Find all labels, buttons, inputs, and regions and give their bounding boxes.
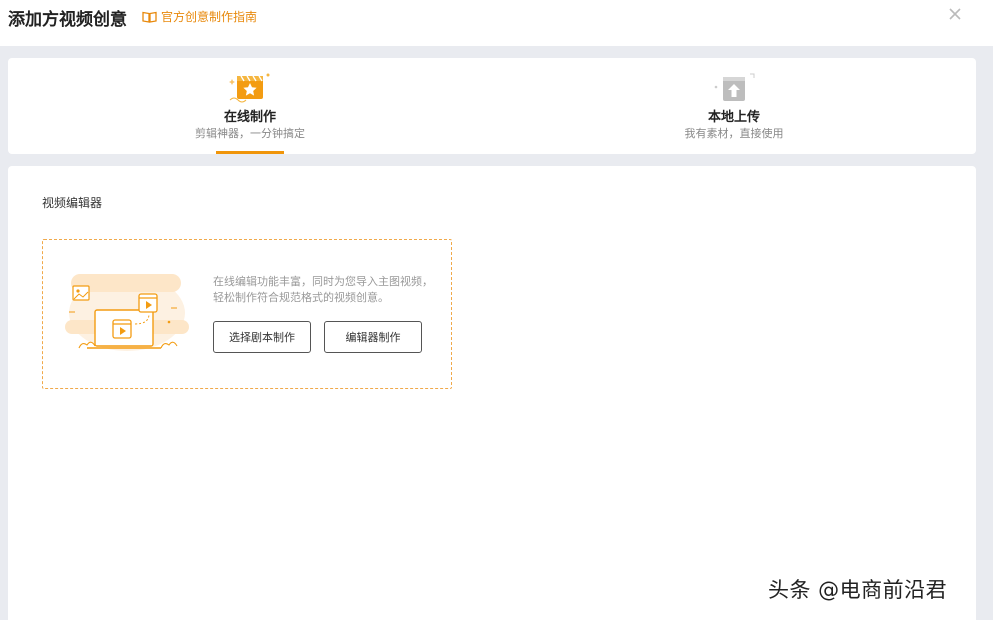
watermark-text: 头条 @电商前沿君 (768, 578, 948, 602)
editor-create-button[interactable]: 编辑器制作 (324, 321, 422, 353)
editor-description: 在线编辑功能丰富，同时为您导入主图视频，轻松制作符合规范格式的视频创意。 (213, 275, 433, 304)
editor-panel: 视频编辑器 在线编辑功能丰富，同时为您导入主图视频，轻松制作符合规范格式的视频创… (8, 166, 976, 620)
creation-mode-tabs: 在线制作 剪辑神器，一分钟搞定 本地上传 我有素材，直接使用 (8, 58, 976, 154)
official-guide-label: 官方创意制作指南 (161, 10, 258, 24)
video-editor-card: 在线编辑功能丰富，同时为您导入主图视频，轻松制作符合规范格式的视频创意。 选择剧… (42, 239, 452, 389)
tab-online-subtitle: 剪辑神器，一分钟搞定 (195, 127, 305, 140)
dialog-header: 添加方视频创意 官方创意制作指南 (0, 0, 993, 46)
upload-box-icon (714, 73, 755, 101)
video-editing-illustration (65, 274, 189, 351)
select-script-button[interactable]: 选择剧本制作 (213, 321, 311, 353)
active-tab-indicator (216, 151, 284, 154)
tab-online-create[interactable]: 在线制作 剪辑神器，一分钟搞定 (150, 58, 350, 154)
tab-local-subtitle: 我有素材，直接使用 (684, 127, 784, 140)
close-icon[interactable] (945, 4, 965, 24)
clapperboard-star-icon (229, 73, 270, 103)
book-icon (142, 11, 157, 23)
official-guide-link[interactable]: 官方创意制作指南 (142, 8, 257, 25)
tab-local-upload[interactable]: 本地上传 我有素材，直接使用 (634, 58, 834, 154)
tab-local-label: 本地上传 (707, 110, 760, 125)
dialog-title: 添加方视频创意 (8, 10, 127, 30)
section-title: 视频编辑器 (42, 196, 103, 210)
tab-online-label: 在线制作 (223, 110, 276, 125)
